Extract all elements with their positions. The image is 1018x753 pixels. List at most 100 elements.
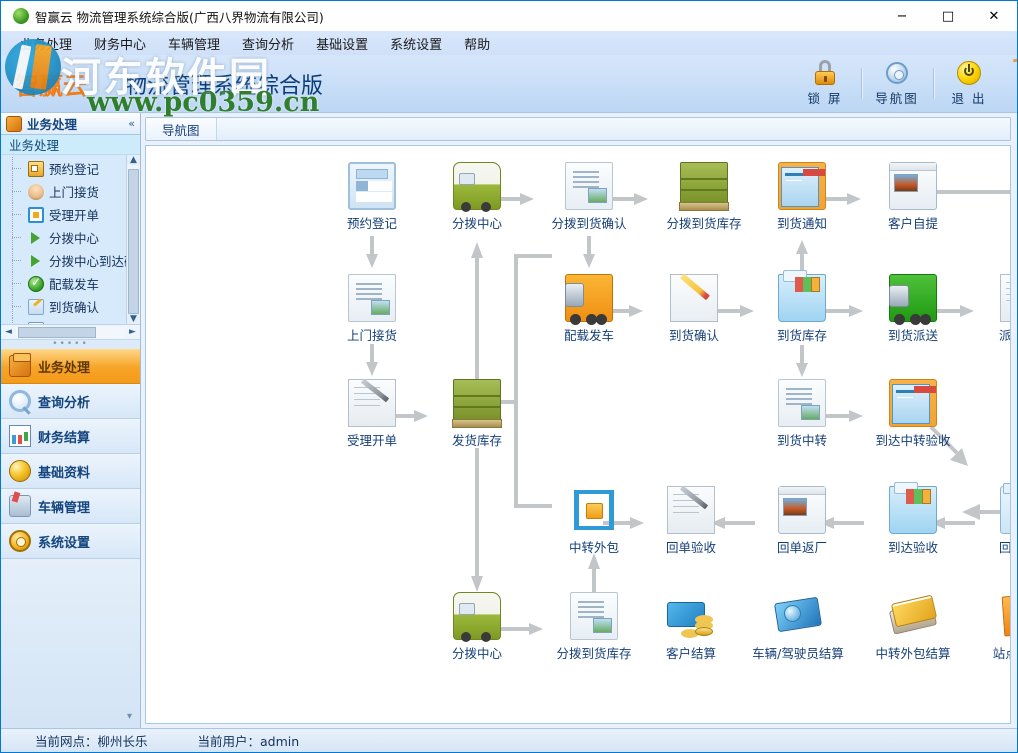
flow-node-arrival-confirm[interactable]: 到货确认 bbox=[646, 274, 742, 344]
sidebar-item-distribution-center[interactable]: 分拨中心 bbox=[1, 226, 126, 249]
sidebar-item-label: 上门接货 bbox=[49, 185, 100, 200]
flow-node-label: 中转外包 bbox=[568, 540, 619, 555]
flow-node-arrival-transfer[interactable]: 到货中转 bbox=[754, 379, 850, 449]
chart-icon bbox=[9, 425, 31, 447]
flow-node-label: 到货派送 bbox=[887, 328, 938, 343]
flow-node-delivery-sign[interactable]: 派送签收 bbox=[976, 274, 1010, 344]
sidebar-item-accept-order[interactable]: 受理开单 bbox=[1, 203, 126, 226]
flow-node-loading-dispatch[interactable]: 配载发车 bbox=[541, 274, 637, 344]
flow-node-door-pickup[interactable]: 上门接货 bbox=[324, 274, 420, 344]
flow-node-site-settlement[interactable]: 站点间结算 bbox=[976, 592, 1010, 662]
sidebar-nav-finance[interactable]: 财务结算 bbox=[1, 419, 140, 454]
sidebar-item-loading-dispatch[interactable]: 配载发车 bbox=[1, 272, 126, 295]
flow-node-label: 分拨中心 bbox=[451, 646, 502, 661]
flow-node-transfer-outsourcing-settlement[interactable]: 中转外包结算 bbox=[865, 592, 961, 662]
sidebar-item-label: 分拨中心到达确 bbox=[49, 254, 126, 269]
flow-node-label: 分拨到货库存 bbox=[666, 216, 742, 231]
flow-node-distribution-arrival-stock-2[interactable]: 分拨到货库存 bbox=[546, 592, 642, 662]
van-icon bbox=[453, 162, 501, 212]
sidebar-splitter-grip[interactable]: ••••• bbox=[1, 339, 140, 349]
pencil-yellow-icon bbox=[670, 274, 718, 322]
tree-connector-icon bbox=[11, 295, 23, 318]
brand-banner: 智赢云 物流管理系统综合版 锁 屏 导航图 退 出 bbox=[1, 55, 1017, 113]
cog-icon bbox=[9, 530, 31, 552]
banner-actions: 锁 屏 导航图 退 出 bbox=[789, 55, 1017, 113]
scrollbar-thumb[interactable] bbox=[128, 169, 139, 314]
sidebar-vertical-scrollbar[interactable]: ▲ ▼ bbox=[126, 155, 140, 324]
close-button[interactable]: ✕ bbox=[971, 1, 1017, 31]
sidebar-horizontal-scrollbar[interactable]: ◄ ► bbox=[1, 324, 140, 339]
box-icon bbox=[6, 115, 22, 132]
connector-arrow bbox=[795, 343, 809, 382]
flow-node-reservation[interactable]: 预约登记 bbox=[324, 162, 420, 232]
menu-item-help[interactable]: 帮助 bbox=[453, 32, 501, 55]
flow-node-receipt-return[interactable]: 回单返厂 bbox=[754, 486, 850, 556]
flow-node-label: 分拨到货确认 bbox=[551, 216, 627, 231]
flow-node-customer-settlement[interactable]: 客户结算 bbox=[643, 592, 739, 662]
main-panel: 导航图 预约登记 分拨中心 分拨到货确认 分拨到货库存 到货通知 客户自提 上门… bbox=[141, 113, 1017, 728]
vehicle-icon bbox=[9, 495, 31, 517]
flow-node-arrival-notice[interactable]: 到货通知 bbox=[754, 162, 850, 232]
scroll-down-icon[interactable]: ▼ bbox=[126, 314, 140, 324]
flow-node-label: 预约登记 bbox=[346, 216, 397, 231]
folder-files-icon bbox=[778, 270, 826, 322]
flow-node-receipt-acceptance[interactable]: 回单验收 bbox=[643, 486, 739, 556]
lock-screen-button[interactable]: 锁 屏 bbox=[789, 60, 861, 107]
sidebar-nav-query[interactable]: 查询分析 bbox=[1, 384, 140, 419]
minimize-button[interactable]: − bbox=[879, 1, 925, 31]
sidebar-nav-vehicle[interactable]: 车辆管理 bbox=[1, 489, 140, 524]
menu-item-query[interactable]: 查询分析 bbox=[231, 32, 305, 55]
sidebar-nav-business[interactable]: 业务处理 bbox=[1, 349, 140, 384]
menu-item-vehicle[interactable]: 车辆管理 bbox=[157, 32, 231, 55]
menu-item-finance[interactable]: 财务中心 bbox=[83, 32, 157, 55]
connector-arrow bbox=[365, 342, 379, 381]
flow-node-arrival-delivery[interactable]: 到货派送 bbox=[865, 274, 961, 344]
flow-node-arrival-acceptance[interactable]: 到达验收 bbox=[865, 482, 961, 556]
chevron-down-icon[interactable]: ▾ bbox=[127, 711, 132, 722]
flow-node-distribution-center[interactable]: 分拨中心 bbox=[429, 162, 525, 232]
form-icon bbox=[28, 206, 44, 223]
flow-node-distribution-arrival-stock[interactable]: 分拨到货库存 bbox=[656, 162, 752, 232]
flow-node-shipping-stock[interactable]: 发货库存 bbox=[429, 379, 525, 449]
scrollbar-track[interactable] bbox=[16, 326, 125, 338]
scrollbar-thumb[interactable] bbox=[18, 326, 96, 338]
sidebar-item-label: 配载发车 bbox=[49, 277, 100, 292]
sidebar-nav-label: 查询分析 bbox=[38, 395, 91, 411]
menu-item-system[interactable]: 系统设置 bbox=[379, 32, 453, 55]
sidebar-item-arrival-confirm[interactable]: 到货确认 bbox=[1, 295, 126, 318]
navigation-map-button[interactable]: 导航图 bbox=[861, 60, 933, 107]
doc-icon bbox=[778, 379, 826, 427]
sidebar-item-arrival-stock[interactable]: 到货库存 bbox=[1, 318, 126, 324]
sidebar-nav-basic-data[interactable]: 基础资料 bbox=[1, 454, 140, 489]
scroll-up-icon[interactable]: ▲ bbox=[126, 155, 140, 165]
flow-node-receipt-send[interactable]: 回单寄送 bbox=[976, 483, 1010, 556]
menu-bar: 业务处理 财务中心 车辆管理 查询分析 基础设置 系统设置 帮助 bbox=[1, 31, 1017, 55]
menu-item-basic[interactable]: 基础设置 bbox=[305, 32, 379, 55]
flow-node-transfer-acceptance[interactable]: 到达中转验收 bbox=[865, 379, 961, 449]
sidebar-item-pickup[interactable]: 上门接货 bbox=[1, 180, 126, 203]
pen-icon bbox=[667, 486, 715, 534]
flow-node-arrival-stock[interactable]: 到货库存 bbox=[754, 270, 850, 344]
maximize-button[interactable]: □ bbox=[925, 1, 971, 31]
flow-node-accept-order[interactable]: 受理开单 bbox=[324, 379, 420, 449]
id-card-icon bbox=[28, 160, 44, 177]
truck-orange-icon bbox=[565, 274, 613, 325]
exit-button[interactable]: 退 出 bbox=[933, 60, 1005, 107]
menu-item-business[interactable]: 业务处理 bbox=[9, 32, 83, 55]
sidebar-item-distribution-arrival[interactable]: 分拨中心到达确 bbox=[1, 249, 126, 272]
flow-node-transfer-outsourcing[interactable]: 中转外包 bbox=[546, 486, 642, 556]
flow-node-customer-pickup[interactable]: 客户自提 bbox=[865, 162, 961, 232]
sidebar-item-reservation[interactable]: 预约登记 bbox=[1, 157, 126, 180]
scroll-left-icon[interactable]: ◄ bbox=[1, 327, 16, 337]
flow-node-vehicle-driver-settlement[interactable]: 车辆/驾驶员结算 bbox=[750, 592, 846, 662]
tab-navigation-map[interactable]: 导航图 bbox=[146, 118, 217, 140]
flow-node-distribution-center-2[interactable]: 分拨中心 bbox=[429, 592, 525, 662]
flow-node-label: 到货通知 bbox=[776, 216, 827, 231]
brand-logo-text: 智赢云 bbox=[15, 72, 87, 100]
scroll-right-icon[interactable]: ► bbox=[125, 327, 140, 337]
connector-loop bbox=[916, 186, 1010, 529]
collapse-sidebar-button[interactable]: « bbox=[128, 117, 135, 130]
flow-node-distribution-arrival-confirm[interactable]: 分拨到货确认 bbox=[541, 162, 637, 232]
sidebar-nav-label: 财务结算 bbox=[38, 430, 91, 446]
sidebar-nav-system[interactable]: 系统设置 bbox=[1, 524, 140, 559]
